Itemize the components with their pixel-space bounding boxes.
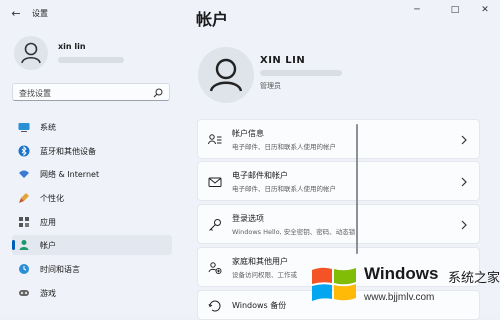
sidebar-item-label: 帐户 bbox=[40, 241, 56, 250]
watermark-url: www.bjjmlv.com bbox=[364, 292, 435, 303]
watermark-logo: Windows 系统之家 www.bjjmlv.com bbox=[306, 256, 500, 314]
redacted-email bbox=[260, 70, 342, 76]
family-icon bbox=[208, 262, 222, 274]
person-icon bbox=[209, 58, 243, 92]
card-title: 电子邮件和帐户 bbox=[232, 171, 288, 180]
app-title: 设置 bbox=[32, 9, 48, 18]
user-name: xin lin bbox=[58, 42, 86, 51]
brush-icon bbox=[19, 193, 29, 203]
search-input[interactable]: 查找设置 bbox=[12, 83, 170, 101]
card-title: 登录选项 bbox=[232, 214, 264, 223]
mail-icon bbox=[208, 177, 222, 187]
sidebar-item-label: 网络 & Internet bbox=[40, 170, 100, 179]
bluetooth-icon bbox=[18, 145, 30, 157]
monitor-icon bbox=[18, 123, 30, 132]
card-title: 家庭和其他用户 bbox=[232, 257, 288, 266]
chevron-right-icon bbox=[461, 177, 467, 187]
card-account-info[interactable]: 帐户信息 电子邮件、日历和联系人使用的帐户 bbox=[197, 119, 480, 159]
watermark-suffix: 系统之家 bbox=[448, 271, 500, 286]
sidebar-item-personalization[interactable]: 个性化 bbox=[12, 188, 172, 208]
chevron-right-icon bbox=[461, 135, 467, 145]
account-name: XIN LIN bbox=[260, 55, 306, 66]
account-avatar[interactable] bbox=[198, 47, 254, 103]
card-title: 帐户信息 bbox=[232, 129, 264, 138]
account-info-icon bbox=[208, 134, 222, 145]
sidebar-item-bluetooth[interactable]: 蓝牙和其他设备 bbox=[12, 141, 172, 161]
sidebar-item-system[interactable]: 系统 bbox=[12, 117, 172, 137]
sidebar-item-label: 系统 bbox=[40, 123, 56, 132]
chevron-right-icon bbox=[461, 220, 467, 230]
sidebar-item-label: 时间和语言 bbox=[40, 265, 80, 274]
search-placeholder: 查找设置 bbox=[19, 89, 51, 98]
scrollbar[interactable] bbox=[356, 124, 358, 254]
sidebar-item-label: 应用 bbox=[40, 218, 56, 227]
watermark-brand: Windows bbox=[364, 264, 439, 283]
wifi-icon bbox=[19, 170, 29, 178]
card-sign-in-options[interactable]: 登录选项 Windows Hello, 安全密钥、密码、动态锁 bbox=[197, 204, 480, 244]
search-icon bbox=[153, 88, 163, 98]
sidebar-item-label: 蓝牙和其他设备 bbox=[40, 147, 96, 156]
sidebar-item-label: 个性化 bbox=[40, 194, 64, 203]
redacted-email bbox=[58, 57, 124, 63]
card-description: 设备访问权限、工作或 bbox=[232, 271, 297, 279]
windows-logo-icon bbox=[312, 267, 356, 301]
back-button[interactable]: ← bbox=[8, 6, 24, 22]
sidebar-item-label: 游戏 bbox=[40, 289, 56, 298]
sidebar-item-apps[interactable]: 应用 bbox=[12, 212, 172, 232]
avatar[interactable] bbox=[14, 36, 48, 70]
gamepad-icon bbox=[19, 290, 29, 296]
person-icon bbox=[19, 240, 29, 250]
page-title: 帐户 bbox=[196, 10, 229, 29]
card-email-accounts[interactable]: 电子邮件和帐户 电子邮件、日历和联系人使用的帐户 bbox=[197, 161, 480, 201]
settings-window: ← 设置 ─ □ ✕ xin lin 查找设置 系统 蓝牙和其他设备 网络 & … bbox=[0, 0, 500, 320]
sidebar-item-gaming[interactable]: 游戏 bbox=[12, 283, 172, 303]
card-description: 电子邮件、日历和联系人使用的帐户 bbox=[232, 185, 336, 193]
globe-clock-icon bbox=[19, 264, 29, 274]
card-description: 电子邮件、日历和联系人使用的帐户 bbox=[232, 143, 336, 151]
backup-icon bbox=[208, 300, 221, 312]
card-description: Windows Hello, 安全密钥、密码、动态锁 bbox=[232, 228, 356, 236]
sidebar-item-time-language[interactable]: 时间和语言 bbox=[12, 259, 172, 279]
selection-indicator bbox=[12, 240, 15, 250]
person-icon bbox=[21, 42, 41, 64]
key-icon bbox=[209, 219, 221, 231]
card-title: Windows 备份 bbox=[232, 301, 287, 310]
sidebar-item-accounts[interactable]: 帐户 bbox=[12, 235, 172, 255]
apps-icon bbox=[19, 217, 29, 227]
account-role: 管理员 bbox=[260, 82, 281, 90]
sidebar-item-network[interactable]: 网络 & Internet bbox=[12, 164, 172, 184]
